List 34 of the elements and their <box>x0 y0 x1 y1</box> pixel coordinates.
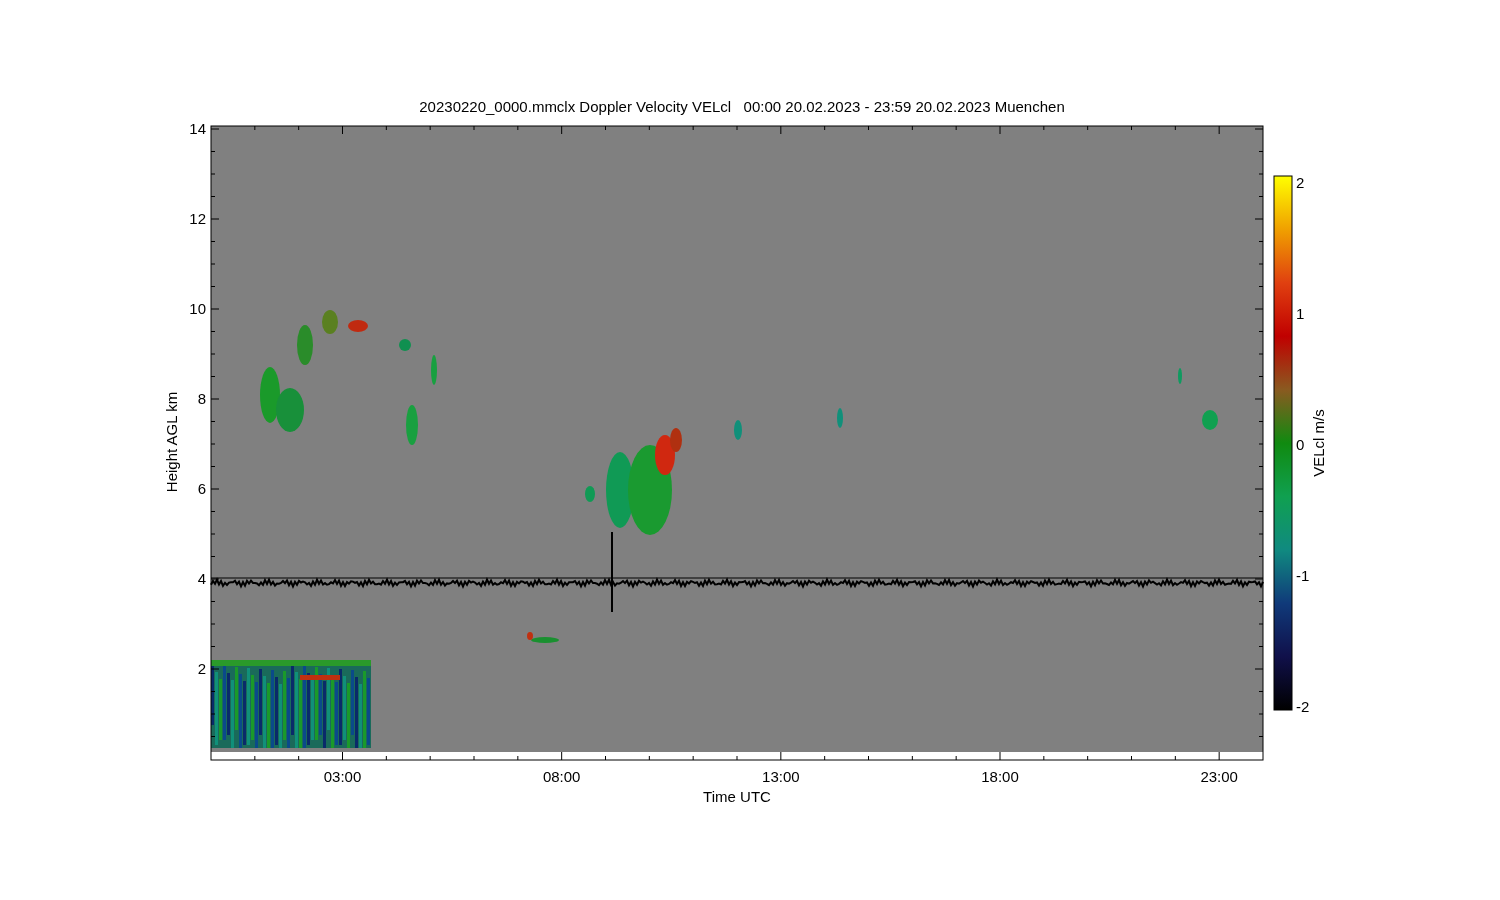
y-tick-label: 12 <box>189 210 206 227</box>
colorbar-tick-label: 2 <box>1296 174 1305 191</box>
cloud-echo <box>260 367 280 423</box>
y-tick-label: 2 <box>197 660 206 677</box>
x-tick-label: 03:00 <box>323 768 362 785</box>
cloud-echo <box>297 325 313 365</box>
colorbar-tick-label: 1 <box>1296 305 1305 322</box>
cloud-echo <box>431 355 437 385</box>
y-tick-label: 14 <box>189 120 206 137</box>
colorbar-tick-label: -1 <box>1296 567 1310 584</box>
cloud-echo <box>322 310 338 334</box>
x-axis-label: Time UTC <box>703 788 771 805</box>
y-tick-label: 4 <box>197 570 206 587</box>
colorbar-tick-label: -2 <box>1296 698 1310 715</box>
x-tick-label: 13:00 <box>762 768 800 785</box>
x-tick-label: 08:00 <box>542 768 581 785</box>
cloud-echo <box>276 388 304 432</box>
cloud-echo <box>406 405 418 445</box>
y-tick-label: 8 <box>197 390 206 407</box>
x-tick-label: 23:00 <box>1200 768 1238 785</box>
x-tick-label: 18:00 <box>981 768 1019 785</box>
colorbar-label: VELcl m/s <box>1310 409 1327 477</box>
cloud-echo <box>348 320 368 332</box>
y-tick-label: 6 <box>197 480 206 497</box>
y-axis-label: Height AGL km <box>163 391 180 493</box>
cloud-echo <box>1178 368 1182 384</box>
cloud-echo <box>1202 410 1218 430</box>
cloud-echo <box>837 408 843 428</box>
cloud-echo <box>585 486 595 502</box>
cloud-echo <box>399 339 411 351</box>
chart-title: 20230220_0000.mmclx Doppler Velocity VELcl 00:00 20.02.2023 - 23:59 20.02.2023 Muenchen <box>419 98 1065 115</box>
colorbar-tick-label: 0 <box>1296 436 1305 453</box>
y-tick-label: 10 <box>189 300 206 317</box>
cloud-echo <box>734 420 742 440</box>
